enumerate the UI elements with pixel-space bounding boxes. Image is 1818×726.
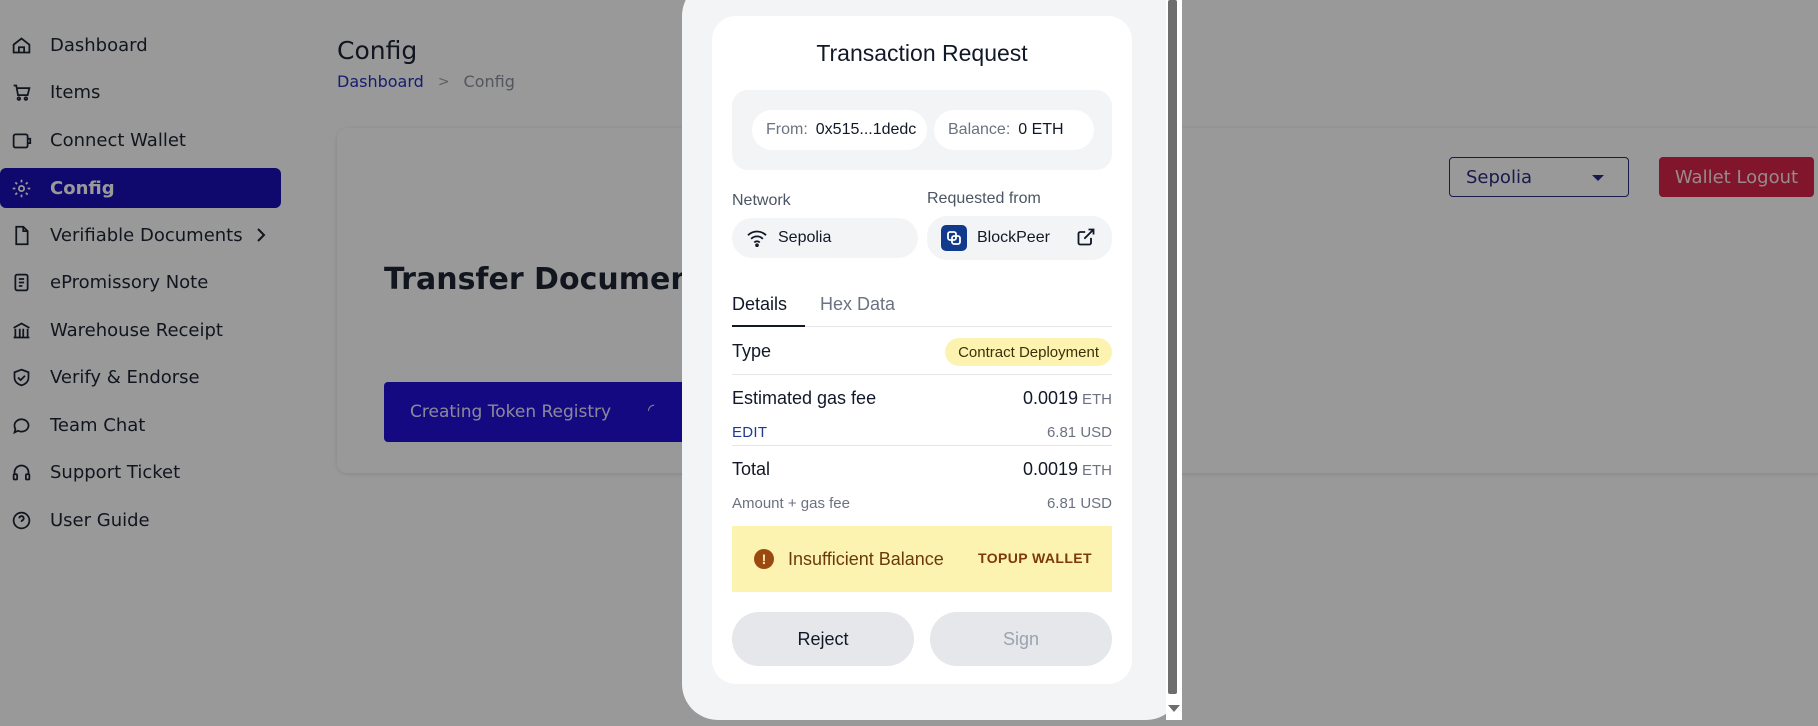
popup-scrollbar[interactable] — [1166, 0, 1182, 720]
balance-value: 0 ETH — [1018, 121, 1064, 138]
tab-hex-data[interactable]: Hex Data — [820, 294, 895, 315]
balance-pill: Balance: 0 ETH — [934, 110, 1094, 150]
network-pill: Sepolia — [732, 218, 918, 258]
wifi-icon — [747, 230, 767, 247]
gas-fee-label: Estimated gas fee — [732, 388, 877, 408]
alert-icon: ! — [754, 549, 774, 569]
gas-fee-usd: 6.81 USD — [1046, 424, 1112, 441]
total-sub-label: Amount + gas fee — [732, 495, 850, 512]
from-address: 0x515...1dedc — [815, 121, 917, 138]
from-address-pill[interactable]: From: 0x515...1dedc — [752, 110, 927, 150]
row-divider — [732, 374, 1112, 375]
topup-wallet-button[interactable]: TOPUP WALLET — [978, 550, 1092, 566]
sign-button[interactable]: Sign — [930, 612, 1112, 666]
account-summary: From: 0x515...1dedc Balance: 0 ETH — [732, 90, 1112, 170]
total-unit: ETH — [1082, 462, 1112, 479]
requested-from-value: BlockPeer — [977, 229, 1050, 246]
total-amount: 0.0019 ETH — [1023, 459, 1112, 480]
network-value: Sepolia — [778, 229, 832, 246]
transaction-title: Transaction Request — [816, 40, 1028, 66]
reject-button[interactable]: Reject — [732, 612, 914, 666]
total-label: Total — [732, 459, 771, 479]
warning-text: Insufficient Balance — [788, 548, 944, 569]
from-label: From: — [766, 121, 808, 138]
type-label: Type — [732, 341, 772, 361]
type-badge: Contract Deployment — [945, 338, 1112, 366]
active-tab-indicator — [732, 325, 805, 327]
tab-details[interactable]: Details — [732, 294, 787, 315]
blockpeer-logo-icon — [941, 225, 967, 251]
requested-from-label: Requested from — [927, 190, 1041, 207]
network-label: Network — [732, 192, 791, 209]
total-value: 0.0019 — [1022, 459, 1078, 479]
edit-gas-link[interactable]: EDIT — [732, 424, 767, 441]
gas-fee-amount: 0.0019 ETH — [1023, 388, 1112, 409]
gas-fee-unit: ETH — [1082, 391, 1112, 408]
row-divider — [732, 445, 1112, 446]
insufficient-balance-alert: ! Insufficient Balance TOPUP WALLET — [732, 526, 1112, 592]
requested-from-pill[interactable]: BlockPeer — [927, 216, 1112, 260]
scroll-down-arrow-icon[interactable] — [1168, 705, 1180, 712]
external-link-icon[interactable] — [1076, 227, 1096, 252]
scrollbar-thumb[interactable] — [1168, 0, 1177, 694]
gas-fee-value: 0.0019 — [1022, 388, 1078, 408]
balance-label: Balance: — [948, 121, 1011, 138]
transaction-request-card: Transaction Request From: 0x515...1dedc … — [712, 16, 1132, 684]
total-usd: 6.81 USD — [1046, 495, 1112, 512]
